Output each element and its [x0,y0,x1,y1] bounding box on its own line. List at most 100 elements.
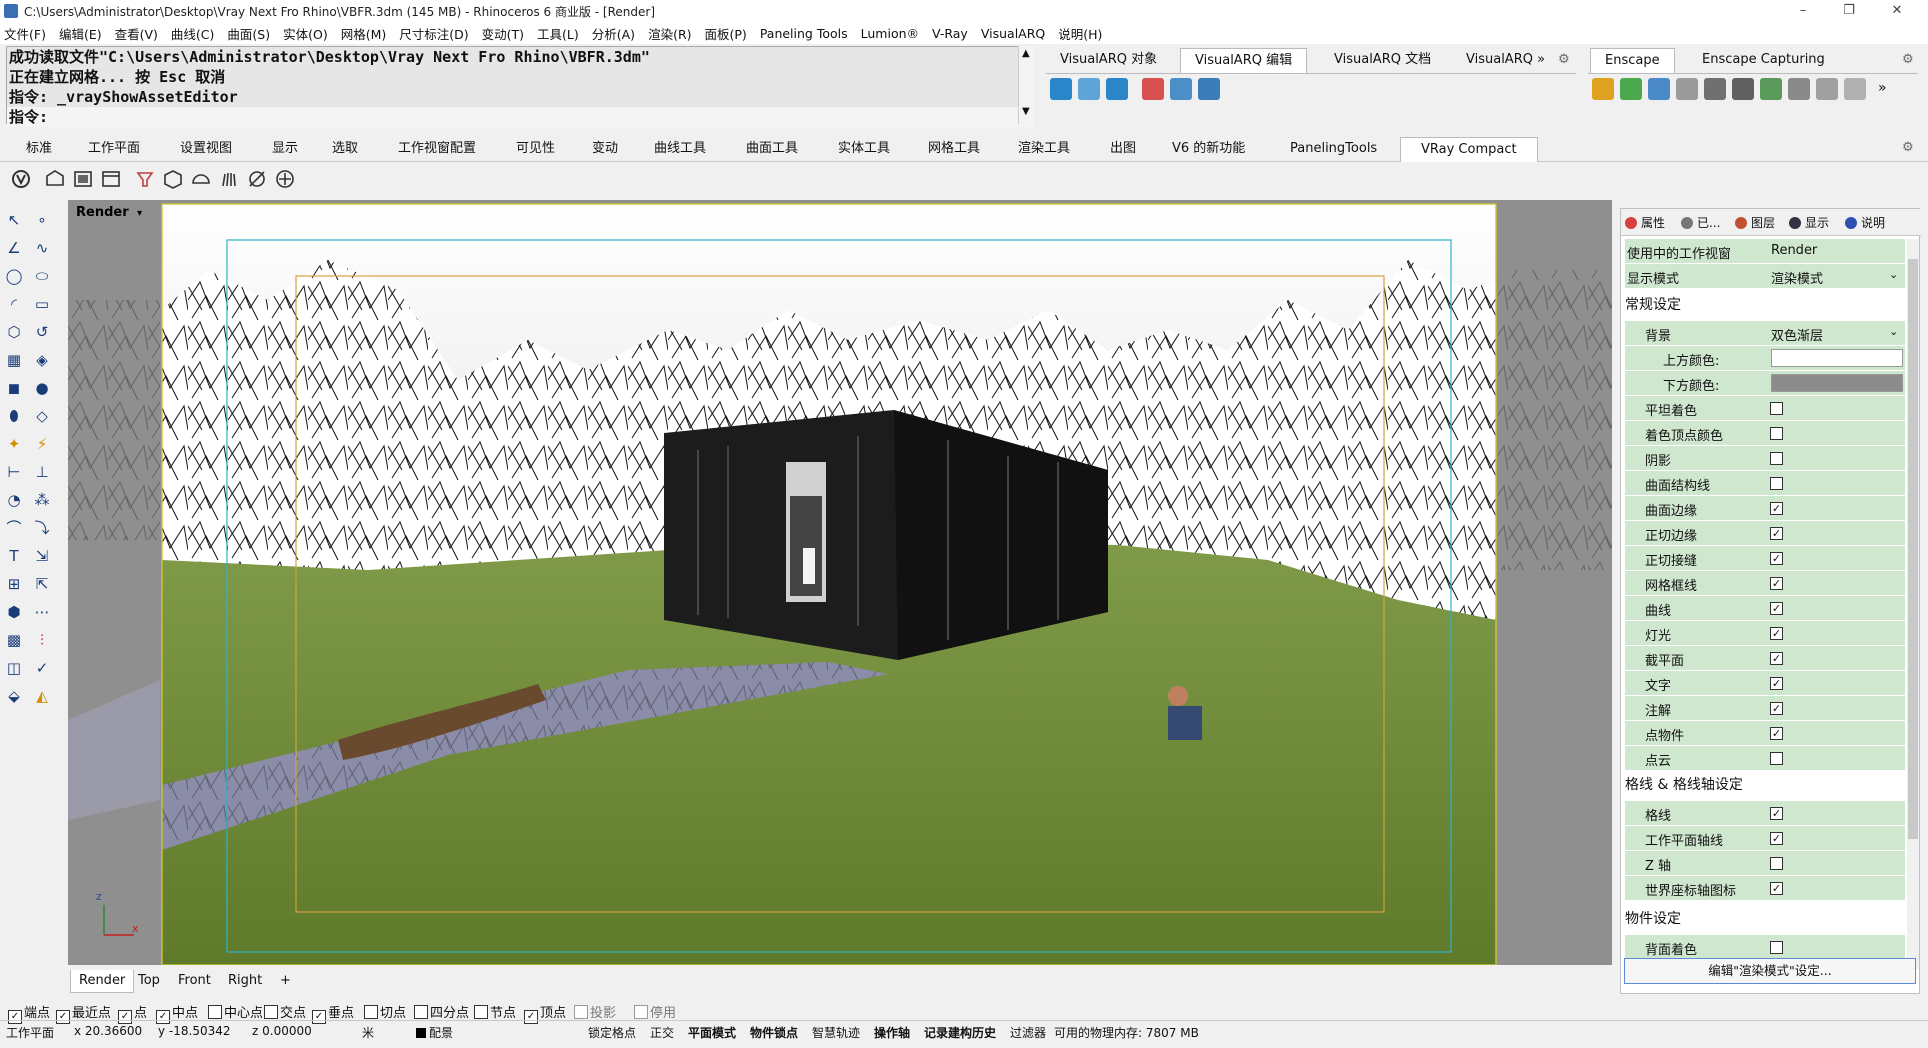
general-setting-checkbox[interactable]: ✓ [1770,502,1783,515]
close-button[interactable]: ✕ [1874,0,1920,22]
dimension-icon[interactable]: ⊢ [4,462,24,482]
select-icon[interactable]: ↖ [4,210,24,230]
material-editor-icon[interactable] [1816,78,1838,100]
text-icon[interactable]: ⊥ [32,462,52,482]
grid-setting-checkbox[interactable]: ✓ [1770,832,1783,845]
door-icon[interactable] [1078,78,1100,100]
menu-solid[interactable]: 实体(O) [283,24,328,43]
join-icon[interactable]: ⊞ [4,574,24,594]
tab-visibility[interactable]: 可见性 [510,137,561,161]
point-icon[interactable]: ∘ [32,210,52,230]
viewport-tab-right[interactable]: Right [220,970,270,992]
general-setting-checkbox[interactable] [1770,427,1783,440]
curve-icon[interactable]: ∿ [32,238,52,258]
osnap-checkbox[interactable] [574,1005,588,1019]
general-setting-checkbox[interactable] [1770,452,1783,465]
general-setting-checkbox[interactable]: ✓ [1770,702,1783,715]
gear-icon[interactable]: ⚙ [1558,52,1570,67]
ellipse-icon[interactable]: ⬭ [32,266,52,286]
plan-view-icon[interactable] [1198,78,1220,100]
sphere-icon[interactable]: ● [32,378,52,398]
move-icon[interactable]: ⬢ [4,602,24,622]
vray-logo-icon[interactable] [10,168,32,190]
light-icon[interactable] [134,168,156,190]
light-tool-icon[interactable]: ✦ [4,434,24,454]
check-icon[interactable]: ✓ [32,658,52,678]
gear-icon[interactable]: ⚙ [1902,140,1914,155]
command-scrollbar[interactable]: ▲ ▼ [1018,46,1034,124]
scale-icon[interactable]: ◭ [32,686,52,706]
trim-icon[interactable]: T [4,546,24,566]
surface-icon[interactable]: ▦ [4,350,24,370]
top-color-swatch[interactable] [1771,349,1903,367]
chevron-down-icon[interactable]: ▾ [137,208,142,219]
menu-lumion[interactable]: Lumion® [861,26,919,41]
maximize-button[interactable]: ❐ [1826,0,1872,22]
osnap-11[interactable]: 投影 [574,1002,616,1021]
toggle-ortho[interactable]: 正交 [650,1024,674,1041]
menu-panels[interactable]: 面板(P) [705,24,747,43]
tab-cplanes[interactable]: 工作平面 [82,137,146,161]
osnap-4[interactable]: 中心点 [208,1002,263,1021]
explode-icon[interactable]: ⇱ [32,574,52,594]
osnap-8[interactable]: 四分点 [414,1002,469,1021]
enscape-start-icon[interactable] [1592,78,1614,100]
menu-analyze[interactable]: 分析(A) [592,24,635,43]
general-setting-checkbox[interactable]: ✓ [1770,552,1783,565]
osnap-checkbox[interactable] [208,1005,222,1019]
tab-solid-tools[interactable]: 实体工具 [832,137,896,161]
asset-editor-icon[interactable] [44,168,66,190]
screenshot-icon[interactable] [1704,78,1726,100]
general-setting-checkbox[interactable] [1770,752,1783,765]
minimize-button[interactable]: – [1780,0,1826,22]
rotate-icon[interactable]: ◫ [4,658,24,678]
frame-buffer-icon[interactable] [100,168,122,190]
tab-transform[interactable]: 变动 [586,137,624,161]
panel-tab-properties[interactable]: 属性 [1621,212,1665,234]
menu-render[interactable]: 渲染(R) [648,24,691,43]
osnap-checkbox[interactable] [364,1005,378,1019]
toggle-planar[interactable]: 平面模式 [688,1024,736,1041]
osnap-checkbox[interactable] [474,1005,488,1019]
live-update-icon[interactable] [1620,78,1642,100]
toggle-osnap[interactable]: 物件锁点 [750,1024,798,1041]
polygon-icon[interactable]: ⬡ [4,322,24,342]
tab-viewport-layout[interactable]: 工作视窗配置 [392,137,482,161]
tab-enscape[interactable]: Enscape [1590,48,1675,73]
toggle-filter[interactable]: 过滤器 [1010,1024,1046,1041]
menu-file[interactable]: 文件(F) [4,24,46,43]
menu-paneling-tools[interactable]: Paneling Tools [760,26,848,41]
circle-icon[interactable]: ◯ [4,266,24,286]
toggle-grid-snap[interactable]: 锁定格点 [588,1024,636,1041]
object-setting-checkbox[interactable] [1770,941,1783,954]
gear-icon[interactable]: ⚙ [1902,52,1914,67]
menu-visualarq[interactable]: VisualARQ [981,26,1045,41]
menu-transform[interactable]: 变动(T) [482,24,524,43]
offset-icon[interactable]: ⤵ [32,518,52,538]
render-tool-icon[interactable]: ⚡ [32,434,52,454]
fillet-icon[interactable]: ⌒ [4,518,24,538]
viewport-title[interactable]: Render ▾ [70,202,146,224]
chevron-down-icon[interactable]: ⌄ [1889,268,1898,281]
osnap-checkbox[interactable] [264,1005,278,1019]
settings-icon[interactable] [1788,78,1810,100]
command-prompt[interactable]: 指令: [7,107,1033,127]
tab-set-view[interactable]: 设置视图 [174,137,238,161]
general-setting-checkbox[interactable]: ✓ [1770,677,1783,690]
scroll-down-icon[interactable]: ▼ [1022,106,1030,117]
menu-dimension[interactable]: 尺寸标注(D) [399,24,468,43]
chevron-down-icon[interactable]: ⌄ [1889,325,1898,338]
tab-vray-compact[interactable]: VRay Compact [1400,137,1538,162]
active-viewport-value[interactable]: Render [1771,243,1817,258]
viewport-render[interactable]: z x [68,200,1612,965]
tab-curve-tools[interactable]: 曲线工具 [648,137,712,161]
clipper-icon[interactable] [246,168,268,190]
panel-tab-layers[interactable]: 图层 [1731,212,1775,234]
group-icon[interactable]: ⁂ [32,490,52,510]
rectangle-icon[interactable]: ▭ [32,294,52,314]
tab-mesh-tools[interactable]: 网格工具 [922,137,986,161]
command-history[interactable]: 成功读取文件"C:\Users\Administrator\Desktop\Vr… [6,46,1034,127]
analyze-icon[interactable]: ⬙ [4,686,24,706]
dome-light-icon[interactable] [190,168,212,190]
menu-tools[interactable]: 工具(L) [537,24,579,43]
